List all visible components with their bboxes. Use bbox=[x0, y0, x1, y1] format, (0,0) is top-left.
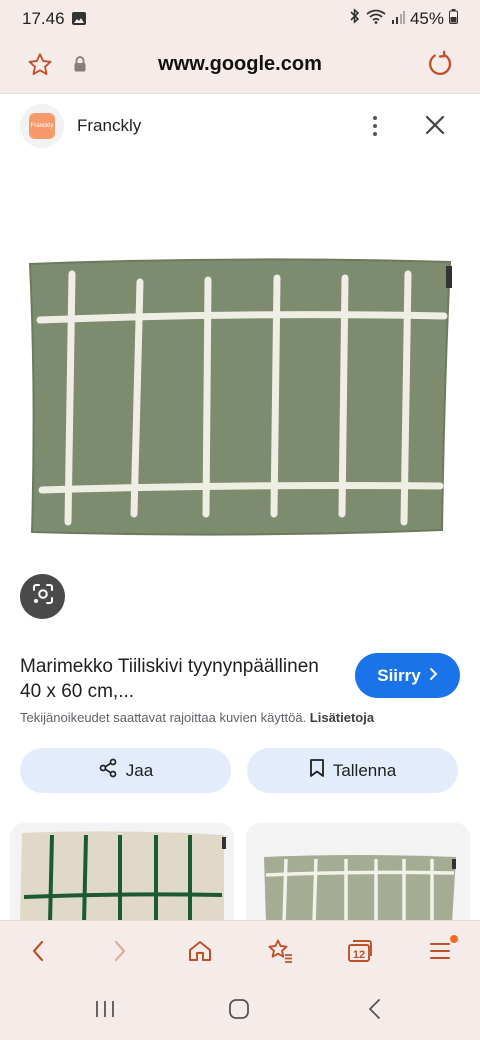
share-icon bbox=[98, 758, 118, 783]
chevron-right-icon bbox=[429, 666, 438, 686]
source-header: Franckly Franckly bbox=[0, 96, 480, 156]
visit-label: Siirry bbox=[377, 665, 421, 685]
url-field[interactable]: www.google.com bbox=[0, 53, 480, 76]
bluetooth-icon bbox=[349, 8, 361, 29]
status-indicators: 45% bbox=[349, 8, 458, 29]
tabs-count: 12 bbox=[353, 949, 365, 961]
visit-button[interactable]: Siirry bbox=[355, 653, 460, 698]
back-icon[interactable] bbox=[18, 935, 58, 967]
copyright-text: Tekijänoikeudet saattavat rajoittaa kuvi… bbox=[20, 710, 307, 725]
lens-icon bbox=[31, 582, 55, 611]
bookmark-icon bbox=[309, 758, 325, 783]
recent-apps-icon[interactable] bbox=[94, 998, 116, 1025]
close-icon[interactable] bbox=[424, 114, 446, 141]
more-options-icon[interactable] bbox=[365, 112, 385, 140]
bookmarks-icon[interactable] bbox=[260, 935, 300, 967]
share-label: Jaa bbox=[125, 760, 154, 780]
battery-text: 45% bbox=[409, 8, 444, 28]
system-back-icon[interactable] bbox=[364, 998, 386, 1025]
lens-search-button[interactable] bbox=[20, 574, 65, 619]
home-icon[interactable] bbox=[180, 935, 220, 967]
share-button[interactable]: Jaa bbox=[20, 748, 231, 793]
related-image-card[interactable] bbox=[246, 823, 470, 923]
menu-icon[interactable] bbox=[420, 935, 460, 967]
signal-icon bbox=[391, 9, 405, 29]
copyright-notice: Tekijänoikeudet saattavat rajoittaa kuvi… bbox=[20, 710, 465, 725]
source-name[interactable]: Franckly bbox=[77, 116, 141, 136]
source-logo-text: Franckly bbox=[29, 113, 55, 139]
gallery-notification-icon bbox=[72, 12, 86, 30]
reload-icon[interactable] bbox=[426, 50, 454, 83]
save-label: Tallenna bbox=[332, 760, 397, 780]
product-title[interactable]: Marimekko Tiiliskivi tyynynpäällinen 40 … bbox=[20, 654, 340, 704]
wifi-icon bbox=[366, 9, 386, 29]
source-logo[interactable]: Franckly bbox=[20, 104, 64, 148]
status-time: 17.46 bbox=[22, 9, 65, 28]
browser-toolbar: www.google.com bbox=[0, 38, 480, 94]
more-info-link[interactable]: Lisätietoja bbox=[310, 710, 374, 725]
notification-dot bbox=[450, 935, 458, 943]
product-image[interactable] bbox=[20, 252, 460, 542]
tabs-icon[interactable]: 12 bbox=[340, 935, 380, 967]
home-button-icon[interactable] bbox=[228, 998, 250, 1025]
browser-bottom-nav: 12 bbox=[0, 920, 480, 980]
forward-icon[interactable] bbox=[100, 935, 140, 967]
related-image-card[interactable] bbox=[10, 823, 234, 923]
save-button[interactable]: Tallenna bbox=[247, 748, 458, 793]
battery-icon bbox=[449, 8, 458, 29]
system-nav-bar bbox=[0, 980, 480, 1040]
status-bar: 17.46 45% bbox=[0, 0, 480, 38]
